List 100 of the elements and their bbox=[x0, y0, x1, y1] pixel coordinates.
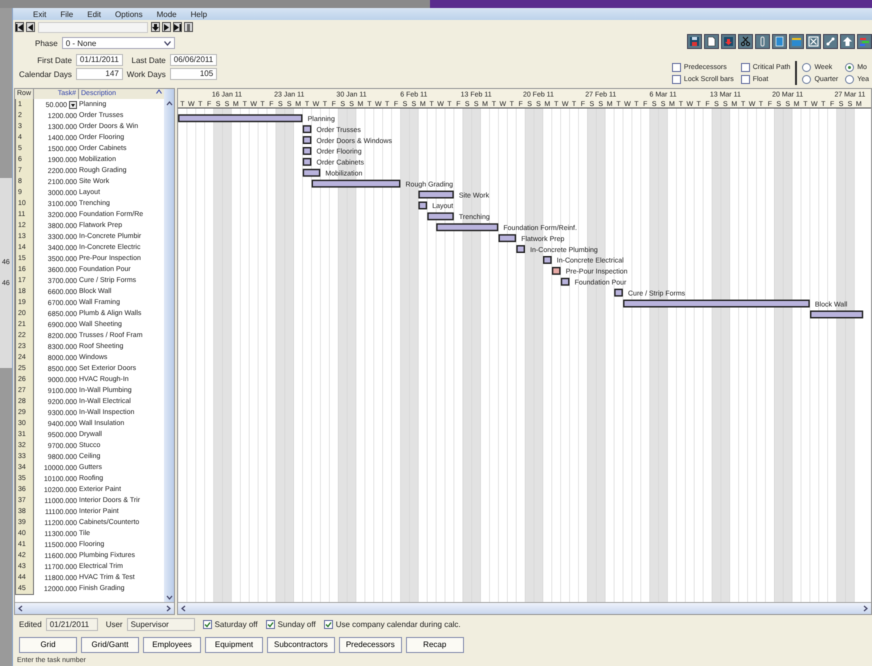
bar-icon bbox=[185, 24, 192, 30]
chevron-left-icon bbox=[18, 605, 23, 612]
view-button[interactable]: Grid/Gantt bbox=[81, 636, 139, 652]
menu-item[interactable]: Mode bbox=[156, 10, 177, 18]
skip-left-icon bbox=[16, 24, 23, 30]
record-field[interactable] bbox=[38, 22, 148, 32]
horizontal-scrollbar[interactable] bbox=[15, 602, 174, 614]
radio-button[interactable] bbox=[802, 62, 812, 72]
task-bar[interactable] bbox=[552, 266, 561, 275]
task-bar[interactable] bbox=[810, 310, 864, 318]
scissors-icon bbox=[740, 36, 751, 47]
task-bar[interactable] bbox=[543, 256, 552, 264]
horizontal-scrollbar[interactable] bbox=[178, 602, 871, 614]
menu-item[interactable]: Help bbox=[190, 10, 208, 18]
checkbox[interactable] bbox=[324, 620, 333, 629]
checkbox[interactable] bbox=[740, 74, 750, 84]
toolbar-button[interactable] bbox=[840, 34, 855, 49]
field-label: Calendar Days bbox=[19, 70, 72, 78]
checkbox-label: Saturday off bbox=[214, 620, 258, 629]
chevron-right-icon bbox=[166, 605, 171, 612]
task-bar[interactable] bbox=[178, 114, 302, 122]
menu-item[interactable]: Exit bbox=[33, 10, 46, 18]
field-label: First Date bbox=[36, 56, 72, 64]
dropdown-arrow-icon bbox=[69, 101, 77, 109]
toolbar-button[interactable] bbox=[789, 34, 804, 49]
radio-button[interactable] bbox=[802, 74, 812, 84]
checkbox[interactable] bbox=[266, 620, 275, 629]
toolbar-button[interactable] bbox=[687, 34, 702, 49]
bar-chart-icon bbox=[859, 36, 870, 47]
view-button[interactable]: Employees bbox=[143, 636, 201, 652]
field-label: Work Days bbox=[126, 70, 166, 78]
menu-item[interactable]: Edit bbox=[87, 10, 102, 18]
checkbox[interactable] bbox=[740, 62, 750, 72]
down-button[interactable] bbox=[151, 22, 160, 32]
next-record-button[interactable] bbox=[162, 22, 171, 32]
field-label: Last Date bbox=[130, 56, 166, 64]
toolbar-button[interactable] bbox=[738, 34, 753, 49]
task-bar[interactable] bbox=[516, 245, 525, 253]
task-bar[interactable] bbox=[623, 300, 810, 308]
radio-button[interactable] bbox=[845, 74, 854, 84]
task-bar[interactable] bbox=[302, 168, 320, 177]
checkbox-label: Use company calendar during calc. bbox=[336, 620, 461, 629]
view-button[interactable]: Subcontractors bbox=[267, 636, 335, 652]
checkmark-icon bbox=[266, 621, 274, 628]
view-button[interactable]: Predecessors bbox=[338, 636, 402, 652]
date-field[interactable]: 147 bbox=[76, 68, 123, 80]
previous-record-button[interactable] bbox=[26, 22, 35, 32]
window-icon bbox=[774, 36, 785, 47]
text-field[interactable]: 01/21/2011 bbox=[46, 618, 98, 631]
radio-button[interactable] bbox=[845, 62, 854, 72]
page-icon bbox=[706, 36, 717, 47]
checkmark-icon bbox=[324, 621, 332, 628]
view-button[interactable]: Equipment bbox=[205, 636, 263, 652]
last-record-button[interactable] bbox=[173, 22, 182, 32]
field-label: Edited bbox=[19, 620, 42, 629]
task-bar[interactable] bbox=[436, 223, 498, 232]
checkbox[interactable] bbox=[672, 62, 681, 72]
chevron-right-icon bbox=[863, 605, 868, 612]
toolbar-button[interactable] bbox=[857, 34, 872, 49]
task-bar[interactable] bbox=[498, 234, 516, 242]
task-bar[interactable] bbox=[302, 147, 312, 155]
task-bar[interactable] bbox=[312, 180, 400, 188]
arrow-down-icon bbox=[152, 24, 159, 30]
task-bar[interactable] bbox=[418, 190, 454, 198]
vertical-scrollbar[interactable] bbox=[164, 89, 174, 602]
date-field[interactable]: 105 bbox=[170, 68, 218, 80]
task-bar[interactable] bbox=[418, 202, 428, 210]
menu-item[interactable]: File bbox=[60, 10, 74, 18]
toolbar-button[interactable] bbox=[806, 34, 821, 49]
first-record-button[interactable] bbox=[15, 22, 24, 32]
menu-item[interactable]: Options bbox=[115, 10, 143, 18]
toolbar-button[interactable] bbox=[755, 34, 770, 49]
bar-button[interactable] bbox=[184, 22, 193, 32]
field-label: User bbox=[106, 620, 123, 629]
calendar-icon bbox=[791, 36, 802, 47]
date-field[interactable]: 06/06/2011 bbox=[170, 54, 218, 66]
task-bar[interactable] bbox=[427, 212, 454, 220]
checkbox[interactable] bbox=[672, 74, 681, 84]
chevron-left-icon bbox=[181, 605, 186, 612]
task-bar[interactable] bbox=[302, 125, 312, 134]
view-button[interactable]: Recap bbox=[406, 636, 464, 652]
phase-dropdown[interactable]: 0 - None bbox=[62, 37, 175, 49]
chevron-down-icon bbox=[166, 595, 172, 600]
date-field[interactable]: 01/11/2011 bbox=[76, 54, 123, 66]
task-bar[interactable] bbox=[302, 136, 312, 144]
toolbar-button[interactable] bbox=[704, 34, 719, 49]
link-icon bbox=[825, 36, 836, 47]
text-field[interactable]: Supervisor bbox=[126, 618, 195, 631]
skip-right-icon bbox=[174, 24, 181, 30]
chevron-up-icon bbox=[166, 101, 172, 106]
checkbox[interactable] bbox=[202, 620, 212, 629]
task-bar[interactable] bbox=[560, 278, 570, 286]
view-button[interactable]: Grid bbox=[19, 636, 77, 652]
floppy-arrow-icon bbox=[723, 36, 734, 47]
toolbar-button[interactable] bbox=[823, 34, 838, 49]
task-bar[interactable] bbox=[614, 288, 623, 297]
checkbox-label: Sunday off bbox=[278, 620, 316, 629]
task-bar[interactable] bbox=[302, 158, 312, 166]
toolbar-button[interactable] bbox=[772, 34, 787, 49]
arrow-up-icon bbox=[842, 36, 853, 47]
